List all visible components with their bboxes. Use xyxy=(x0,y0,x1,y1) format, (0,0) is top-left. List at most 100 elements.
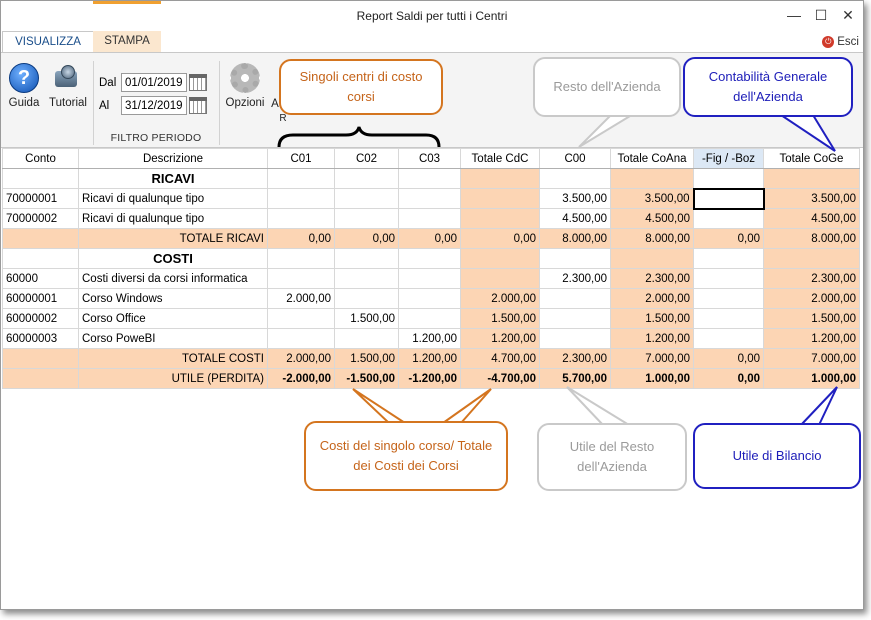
table-row[interactable]: 60000003 Corso PoweBI 1.200,00 1.200,00 … xyxy=(2,328,860,349)
table-cell[interactable]: Ricavi di qualunque tipo xyxy=(78,188,268,209)
table-row[interactable]: 60000 Costi diversi da corsi informatica… xyxy=(2,268,860,289)
table-cell[interactable]: 0,00 xyxy=(398,228,461,249)
table-cell[interactable]: 60000 xyxy=(2,268,79,289)
table-cell[interactable]: 2.300,00 xyxy=(539,268,611,289)
esci-button[interactable]: ⏻ Esci xyxy=(822,36,859,48)
table-cell[interactable] xyxy=(539,288,611,309)
selected-cell[interactable] xyxy=(692,187,765,210)
table-cell[interactable]: 2.000,00 xyxy=(267,288,335,309)
table-cell[interactable]: Corso Windows xyxy=(78,288,268,309)
table-cell[interactable]: 1.500,00 xyxy=(763,308,860,329)
col-header[interactable]: Totale CdC xyxy=(460,148,540,169)
table-cell[interactable]: 1.200,00 xyxy=(398,348,461,369)
minimize-icon[interactable]: — xyxy=(781,4,807,26)
table-cell[interactable]: -2.000,00 xyxy=(267,368,335,389)
table-cell[interactable]: 60000003 xyxy=(2,328,79,349)
table-cell[interactable] xyxy=(267,268,335,289)
table-cell[interactable]: 7.000,00 xyxy=(763,348,860,369)
col-header[interactable]: C03 xyxy=(398,148,461,169)
table-cell[interactable] xyxy=(693,288,764,309)
col-header[interactable]: C00 xyxy=(539,148,611,169)
table-cell[interactable]: 0,00 xyxy=(267,228,335,249)
table-cell[interactable]: 8.000,00 xyxy=(763,228,860,249)
col-header[interactable]: Totale CoAna xyxy=(610,148,694,169)
table-cell[interactable]: 0,00 xyxy=(693,348,764,369)
table-cell[interactable]: Corso PoweBI xyxy=(78,328,268,349)
table-cell[interactable] xyxy=(398,288,461,309)
table-cell[interactable]: 2.300,00 xyxy=(763,268,860,289)
table-cell[interactable]: 1.200,00 xyxy=(460,328,540,349)
table-cell[interactable]: 1.200,00 xyxy=(763,328,860,349)
col-header[interactable]: Descrizione xyxy=(78,148,268,169)
calendar-icon[interactable] xyxy=(189,74,207,91)
table-cell[interactable]: 8.000,00 xyxy=(539,228,611,249)
close-icon[interactable]: ✕ xyxy=(835,4,861,26)
maximize-icon[interactable]: ☐ xyxy=(808,4,834,26)
table-cell[interactable] xyxy=(460,268,540,289)
table-cell[interactable] xyxy=(334,208,399,229)
table-cell[interactable]: 4.500,00 xyxy=(610,208,694,229)
table-cell[interactable] xyxy=(693,308,764,329)
calendar-icon[interactable] xyxy=(189,97,207,114)
table-cell[interactable]: 3.500,00 xyxy=(763,188,860,209)
opzioni-button[interactable]: Opzioni xyxy=(223,63,267,109)
table-cell[interactable]: 1.000,00 xyxy=(763,368,860,389)
col-header[interactable]: Conto xyxy=(2,148,79,169)
table-cell[interactable]: 2.000,00 xyxy=(610,288,694,309)
table-cell[interactable]: 1.200,00 xyxy=(398,328,461,349)
table-cell[interactable] xyxy=(539,308,611,329)
tutorial-button[interactable]: Tutorial xyxy=(45,63,91,109)
table-cell[interactable]: 2.300,00 xyxy=(610,268,694,289)
table-cell[interactable]: 8.000,00 xyxy=(610,228,694,249)
table-cell[interactable]: Corso Office xyxy=(78,308,268,329)
table-cell[interactable] xyxy=(693,328,764,349)
table-cell[interactable] xyxy=(334,328,399,349)
table-cell[interactable]: 3.500,00 xyxy=(610,188,694,209)
table-cell[interactable]: Costi diversi da corsi informatica xyxy=(78,268,268,289)
guida-button[interactable]: ? Guida xyxy=(5,63,43,109)
table-cell[interactable] xyxy=(398,188,461,209)
table-cell[interactable]: 0,00 xyxy=(693,228,764,249)
table-cell[interactable] xyxy=(267,328,335,349)
table-cell[interactable] xyxy=(539,328,611,349)
table-cell[interactable] xyxy=(334,288,399,309)
col-header[interactable]: C01 xyxy=(267,148,335,169)
totale-ricavi-row[interactable]: TOTALE RICAVI 0,00 0,00 0,00 0,00 8.000,… xyxy=(2,228,860,249)
table-row[interactable]: 60000002 Corso Office 1.500,00 1.500,00 … xyxy=(2,308,860,329)
table-cell[interactable]: 5.700,00 xyxy=(539,368,611,389)
table-cell[interactable] xyxy=(334,268,399,289)
table-cell[interactable]: -4.700,00 xyxy=(460,368,540,389)
table-cell[interactable] xyxy=(267,208,335,229)
table-cell[interactable] xyxy=(460,208,540,229)
dal-date-input[interactable] xyxy=(121,73,187,92)
table-row[interactable]: 70000002 Ricavi di qualunque tipo 4.500,… xyxy=(2,208,860,229)
table-cell[interactable]: 1.500,00 xyxy=(610,308,694,329)
table-cell[interactable]: 4.500,00 xyxy=(539,208,611,229)
table-cell[interactable]: 1.200,00 xyxy=(610,328,694,349)
table-cell[interactable]: 1.500,00 xyxy=(460,308,540,329)
col-header[interactable]: Totale CoGe xyxy=(763,148,860,169)
table-cell[interactable] xyxy=(398,208,461,229)
table-cell[interactable] xyxy=(267,188,335,209)
table-cell[interactable]: 2.300,00 xyxy=(539,348,611,369)
table-cell[interactable]: 60000001 xyxy=(2,288,79,309)
table-cell[interactable] xyxy=(693,268,764,289)
table-row[interactable]: 60000001 Corso Windows 2.000,00 2.000,00… xyxy=(2,288,860,309)
table-cell[interactable]: -1.500,00 xyxy=(334,368,399,389)
table-row[interactable]: 70000001 Ricavi di qualunque tipo 3.500,… xyxy=(2,187,860,210)
table-cell[interactable] xyxy=(334,188,399,209)
table-cell[interactable]: 1.500,00 xyxy=(334,308,399,329)
table-cell[interactable]: 2.000,00 xyxy=(763,288,860,309)
totale-costi-row[interactable]: TOTALE COSTI 2.000,00 1.500,00 1.200,00 … xyxy=(2,348,860,369)
table-cell[interactable]: 2.000,00 xyxy=(460,288,540,309)
table-cell[interactable]: 1.500,00 xyxy=(334,348,399,369)
table-cell[interactable]: 60000002 xyxy=(2,308,79,329)
table-cell[interactable]: 0,00 xyxy=(693,368,764,389)
table-cell[interactable]: 1.000,00 xyxy=(610,368,694,389)
utile-row[interactable]: UTILE (PERDITA) -2.000,00 -1.500,00 -1.2… xyxy=(2,368,860,389)
table-cell[interactable]: 70000002 xyxy=(2,208,79,229)
al-date-input[interactable] xyxy=(121,96,187,115)
table-cell[interactable]: 70000001 xyxy=(2,188,79,209)
col-header[interactable]: C02 xyxy=(334,148,399,169)
table-cell[interactable]: 4.700,00 xyxy=(460,348,540,369)
